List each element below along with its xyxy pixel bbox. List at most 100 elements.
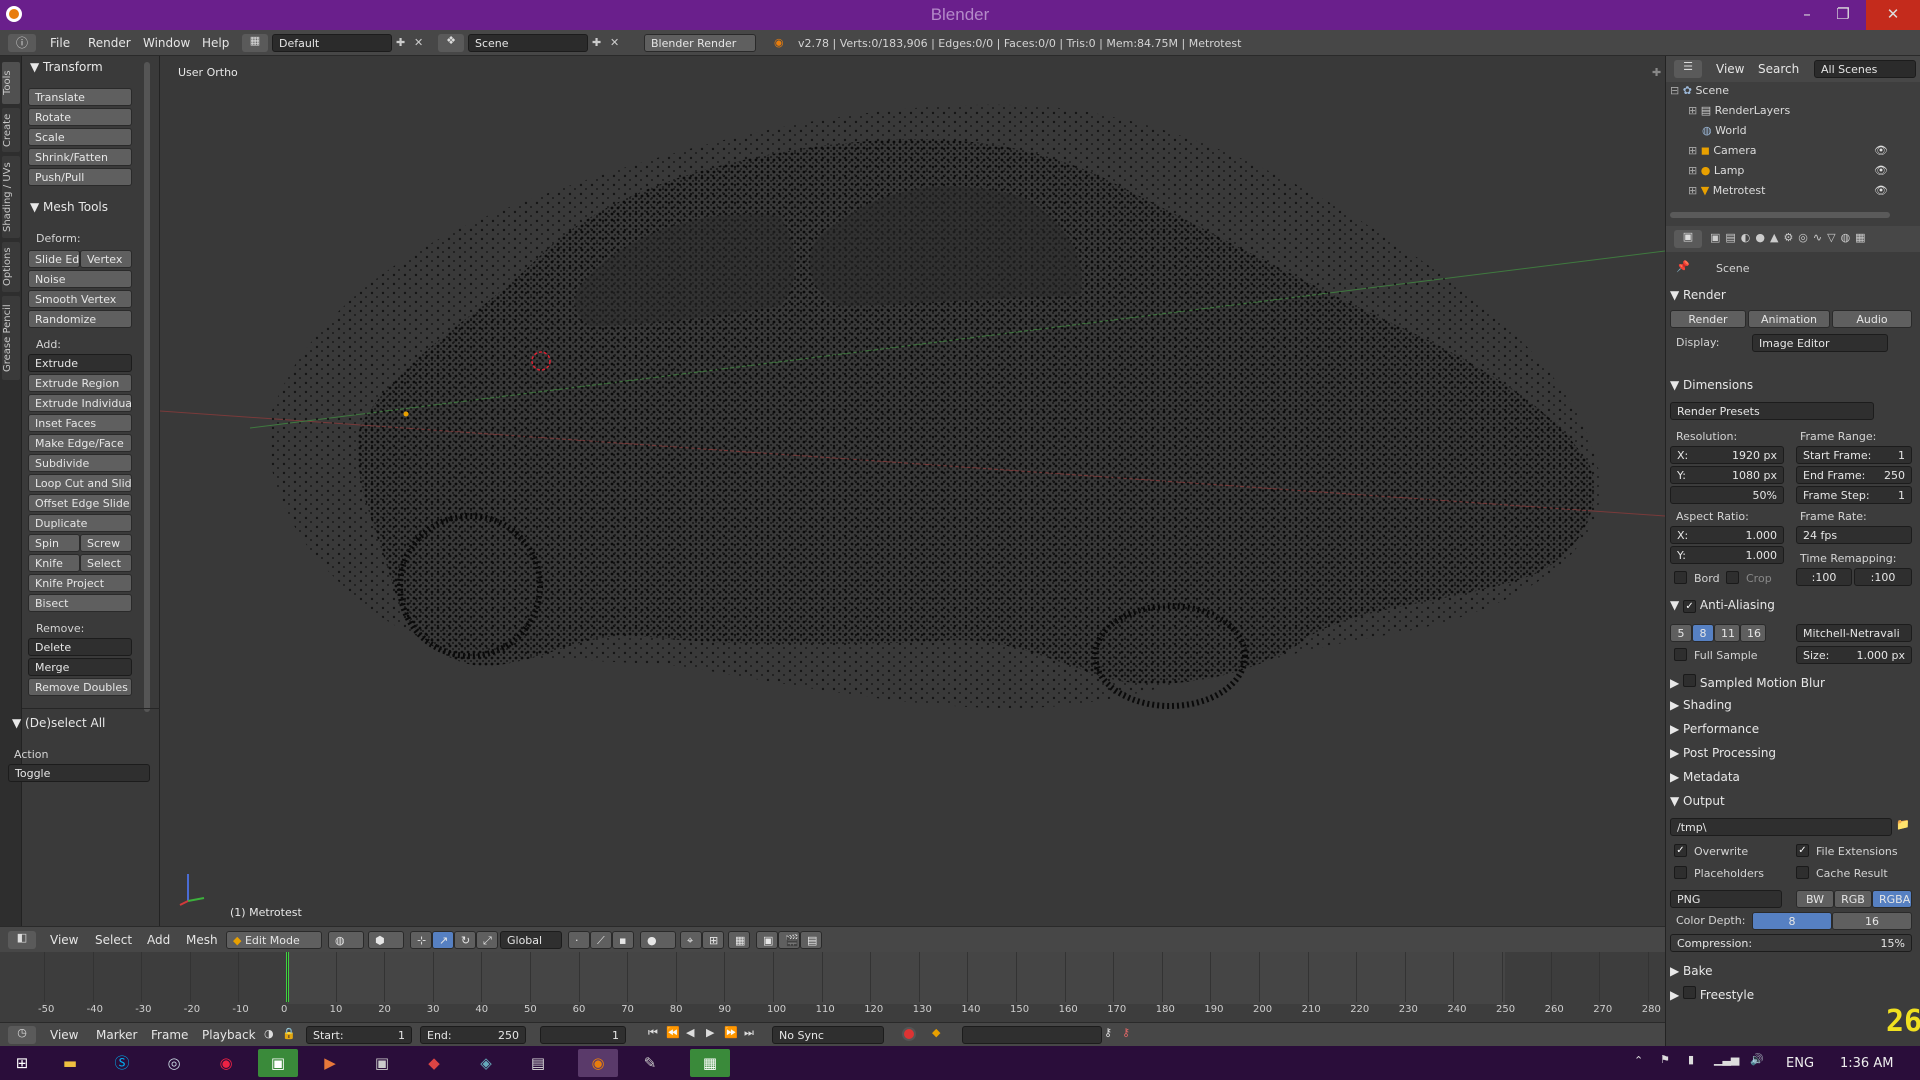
aspect-y-field[interactable]: Y: 1.000 — [1670, 546, 1784, 564]
tab-options[interactable]: Options — [2, 242, 20, 292]
prev-keyframe-icon[interactable]: ⏪ — [666, 1026, 680, 1039]
menu-help[interactable]: Help — [202, 36, 229, 50]
app-tools-icon[interactable]: ▤ — [518, 1049, 558, 1077]
tab-tools[interactable]: Tools — [2, 62, 20, 104]
translate-manipulator[interactable]: ↗ — [432, 931, 454, 949]
next-keyframe-icon[interactable]: ⏩ — [724, 1026, 738, 1039]
inset-faces-button[interactable]: Inset Faces — [28, 414, 132, 432]
outliner-item-lamp[interactable]: ⊞ ● Lamp 👁 — [1688, 164, 1916, 182]
shading-dropdown[interactable]: ◍ — [328, 931, 364, 949]
menu-file[interactable]: File — [50, 36, 70, 50]
delete-keyframe-icon[interactable]: ⚷ — [1122, 1026, 1130, 1039]
skype-icon[interactable]: Ⓢ — [102, 1049, 142, 1077]
scene-remove-icon[interactable]: ✕ — [610, 36, 619, 49]
app-editor-icon[interactable]: ✎ — [630, 1049, 670, 1077]
play-reverse-icon[interactable]: ◀ — [686, 1026, 694, 1039]
file-extensions-checkbox[interactable]: ✓ — [1796, 844, 1809, 857]
tab-create[interactable]: Create — [2, 108, 20, 152]
cache-result-checkbox[interactable] — [1796, 866, 1809, 879]
make-edge-face-button[interactable]: Make Edge/Face — [28, 434, 132, 452]
vertex-slide-button[interactable]: Vertex — [80, 250, 132, 268]
outliner-item-scene[interactable]: ⊟ ✿ Scene — [1670, 84, 1916, 102]
vp-menu-view[interactable]: View — [50, 933, 78, 947]
steam-icon[interactable]: ◎ — [154, 1049, 194, 1077]
crop-checkbox[interactable] — [1726, 571, 1739, 584]
layout-selector[interactable]: Default — [272, 34, 392, 52]
subdivide-button[interactable]: Subdivide — [28, 454, 132, 472]
output-path-field[interactable]: /tmp\ — [1670, 818, 1892, 836]
bisect-button[interactable]: Bisect — [28, 594, 132, 612]
compression-slider[interactable]: Compression: 15% — [1670, 934, 1912, 952]
scene-add-icon[interactable]: ✚ — [592, 36, 601, 49]
color-rgba-button[interactable]: RGBA — [1872, 890, 1912, 908]
layout-add-icon[interactable]: ✚ — [396, 36, 405, 49]
file-explorer-icon[interactable]: ▬ — [50, 1049, 90, 1077]
color-depth-16[interactable]: 16 — [1832, 912, 1912, 930]
menu-window[interactable]: Window — [143, 36, 190, 50]
dimensions-panel-header[interactable]: ▼ Dimensions — [1670, 378, 1753, 392]
start-button[interactable]: ⊞ — [2, 1049, 42, 1077]
tray-clock[interactable]: 1:36 AM — [1840, 1056, 1893, 1071]
anti-aliasing-checkbox[interactable]: ✓ — [1683, 600, 1697, 613]
color-rgb-button[interactable]: RGB — [1834, 890, 1872, 908]
render-panel-header[interactable]: ▼ Render — [1670, 288, 1726, 302]
editor-type-3d-icon[interactable]: ◧ — [8, 931, 36, 949]
app-green-icon[interactable]: ▣ — [258, 1049, 298, 1077]
tl-menu-marker[interactable]: Marker — [96, 1028, 137, 1042]
merge-dropdown[interactable]: Merge — [28, 658, 132, 676]
aa-filter-dropdown[interactable]: Mitchell-Netravali — [1796, 624, 1912, 642]
jump-start-icon[interactable]: ⏮ — [648, 1026, 658, 1040]
vertex-select-mode[interactable]: · — [568, 931, 590, 949]
tab-grease-pencil[interactable]: Grease Pencil — [2, 296, 20, 380]
animation-button[interactable]: Animation — [1748, 310, 1830, 328]
screw-button[interactable]: Screw — [80, 534, 132, 552]
editor-type-properties-icon[interactable]: ▣ — [1674, 230, 1702, 248]
audio-button[interactable]: Audio — [1832, 310, 1912, 328]
toolshelf-scrollbar[interactable] — [144, 62, 150, 712]
frame-step-prop[interactable]: Frame Step: 1 — [1796, 486, 1912, 504]
tl-menu-frame[interactable]: Frame — [151, 1028, 188, 1042]
output-panel-header[interactable]: ▼ Output — [1670, 794, 1725, 808]
3d-viewport[interactable]: User Ortho (1) Metrotest ✚ — [160, 56, 1665, 926]
vp-menu-select[interactable]: Select — [95, 933, 132, 947]
maximize-button[interactable]: ❐ — [1826, 0, 1860, 30]
editor-type-outliner-icon[interactable]: ☰ — [1674, 60, 1702, 78]
overlay-toggle[interactable]: ▦ — [728, 931, 750, 949]
outliner-menu-search[interactable]: Search — [1758, 62, 1799, 76]
spin-button[interactable]: Spin — [28, 534, 80, 552]
app-red-icon[interactable]: ◆ — [414, 1049, 454, 1077]
proportional-edit-dropdown[interactable]: ● — [640, 931, 676, 949]
outliner-item-renderlayers[interactable]: ⊞ ▤ RenderLayers — [1688, 104, 1916, 122]
pin-icon[interactable]: 📌 — [1676, 260, 1690, 273]
sync-dropdown[interactable]: No Sync — [772, 1026, 884, 1044]
vp-menu-mesh[interactable]: Mesh — [186, 933, 218, 947]
snap-toggle[interactable]: ⌖ — [680, 931, 702, 949]
layers-icon[interactable]: ▤ — [800, 931, 822, 949]
app-image-icon[interactable]: ▦ — [690, 1049, 730, 1077]
loop-cut-slide-button[interactable]: Loop Cut and Slide — [28, 474, 132, 492]
rotate-manipulator[interactable]: ↻ — [454, 931, 476, 949]
knife-button[interactable]: Knife — [28, 554, 80, 572]
editor-type-timeline-icon[interactable]: ◷ — [8, 1026, 36, 1044]
terminal-icon[interactable]: ▣ — [362, 1049, 402, 1077]
rotate-button[interactable]: Rotate — [28, 108, 132, 126]
tray-volume-icon[interactable]: 🔊 — [1750, 1053, 1764, 1066]
face-select-mode[interactable]: ▪ — [612, 931, 634, 949]
scale-manipulator[interactable]: ⤢ — [476, 931, 498, 949]
color-depth-8[interactable]: 8 — [1752, 912, 1832, 930]
render-presets-dropdown[interactable]: Render Presets — [1670, 402, 1874, 420]
post-processing-panel-header[interactable]: ▶ Post Processing — [1670, 746, 1776, 760]
delete-dropdown[interactable]: Delete — [28, 638, 132, 656]
aa-samples-11[interactable]: 11 — [1714, 624, 1740, 642]
orientation-dropdown[interactable]: Global — [500, 931, 562, 949]
tray-language[interactable]: ENG — [1786, 1056, 1814, 1071]
noise-button[interactable]: Noise — [28, 270, 132, 288]
transform-panel-header[interactable]: ▼ Transform — [30, 60, 103, 74]
motion-blur-checkbox[interactable] — [1683, 674, 1697, 687]
outliner-display-filter[interactable]: All Scenes — [1814, 60, 1916, 78]
start-frame-prop[interactable]: Start Frame: 1 — [1796, 446, 1912, 464]
record-icon[interactable] — [902, 1027, 916, 1041]
tab-shading-uvs[interactable]: Shading / UVs — [2, 156, 20, 238]
aa-samples-16[interactable]: 16 — [1740, 624, 1766, 642]
extrude-region-button[interactable]: Extrude Region — [28, 374, 132, 392]
